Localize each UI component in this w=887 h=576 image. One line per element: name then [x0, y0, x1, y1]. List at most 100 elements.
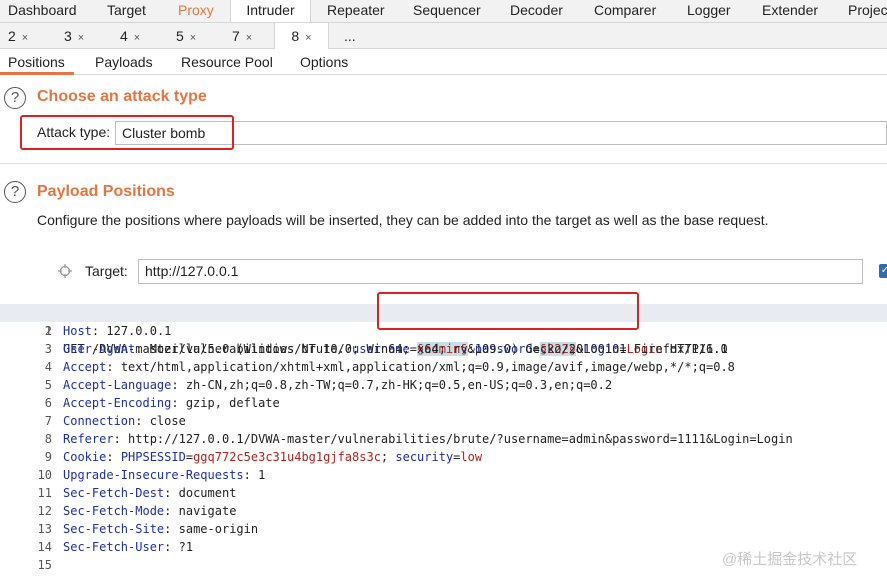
tab-extender[interactable]: Extender [762, 0, 818, 22]
header-line: 6 Accept-Encoding: gzip, deflate [0, 394, 887, 412]
intruder-tab-label: 2 [8, 28, 16, 44]
header-value: same-origin [171, 522, 259, 536]
line-number: 5 [44, 378, 52, 392]
target-label: Target: [85, 263, 128, 279]
intruder-tab-7[interactable]: 7 × [232, 23, 252, 49]
line-number: 15 [37, 558, 52, 572]
header-value: navigate [171, 504, 237, 518]
header-name: Sec-Fetch-User [63, 540, 165, 554]
header-value: zh-CN,zh;q=0.8,zh-TW;q=0.7,zh-HK;q=0.5,e… [178, 378, 613, 392]
header-value: Mozilla/5.0 (Windows NT 10.0; Win64; x64… [142, 342, 728, 356]
cookie-separator: ; [380, 450, 396, 464]
intruder-tab-label: 3 [64, 28, 72, 44]
header-line: 4 Accept: text/html,application/xhtml+xml… [0, 358, 887, 376]
line-number: 6 [44, 396, 52, 410]
header-name: Upgrade-Insecure-Requests [63, 468, 244, 482]
intruder-tab-label: 5 [176, 28, 184, 44]
line-number: 10 [37, 468, 52, 482]
header-name: Sec-Fetch-Mode [63, 504, 165, 518]
tab-repeater[interactable]: Repeater [327, 0, 385, 22]
close-icon[interactable]: × [22, 32, 28, 44]
intruder-sub-tab-bar: Positions Payloads Resource Pool Options [0, 49, 887, 75]
intruder-tab-4[interactable]: 4 × [120, 23, 140, 49]
help-icon[interactable]: ? [4, 181, 26, 203]
payload-positions-title: Payload Positions [37, 183, 175, 200]
line-number: 9 [44, 450, 52, 464]
tab-dashboard[interactable]: Dashboard [8, 0, 77, 22]
target-url-input[interactable]: http://127.0.0.1 [138, 259, 863, 284]
header-line: 7 Connection: close [0, 412, 887, 430]
header-value: 1 [250, 468, 266, 482]
close-icon[interactable]: × [246, 32, 252, 44]
intruder-tab-label: 8 [291, 28, 300, 44]
intruder-tab-5[interactable]: 5 × [176, 23, 196, 49]
header-line: 10 Upgrade-Insecure-Requests: 1 [0, 466, 887, 484]
tab-sequencer[interactable]: Sequencer [413, 0, 481, 22]
intruder-tab-label: 4 [120, 28, 128, 44]
main-tab-bar: Dashboard Target Proxy Intruder Repeater… [0, 0, 887, 23]
close-icon[interactable]: × [305, 32, 311, 44]
tab-proxy[interactable]: Proxy [178, 0, 214, 22]
header-line: 13 Sec-Fetch-Site: same-origin [0, 520, 887, 538]
tab-resource-pool[interactable]: Resource Pool [181, 49, 273, 75]
line-number: 3 [44, 342, 52, 356]
line-number: 2 [44, 324, 52, 338]
header-value: 127.0.0.1 [99, 324, 172, 338]
header-name: Referer [63, 432, 114, 446]
line-number: 4 [44, 360, 52, 374]
update-host-checkbox[interactable]: ✓ [879, 264, 887, 278]
attack-type-title: Choose an attack type [37, 88, 207, 105]
tab-decoder[interactable]: Decoder [510, 0, 563, 22]
intruder-tab-2[interactable]: 2 × [8, 23, 28, 49]
header-name: Sec-Fetch-Site [63, 522, 165, 536]
header-value: close [142, 414, 186, 428]
cookie-key: security [395, 450, 454, 464]
tab-options[interactable]: Options [300, 49, 348, 75]
tab-logger[interactable]: Logger [687, 0, 731, 22]
header-name: Cookie [63, 450, 107, 464]
header-line: 3 User-Agent: Mozilla/5.0 (Windows NT 10.… [0, 340, 887, 358]
header-value: ?1 [171, 540, 194, 554]
payload-positions-description: Configure the positions where payloads w… [37, 212, 769, 228]
line-number: 11 [37, 486, 52, 500]
intruder-tab-label: 7 [232, 28, 240, 44]
new-tab-button[interactable]: ... [344, 23, 356, 49]
header-value: text/html,application/xhtml+xml,applicat… [113, 360, 735, 374]
close-icon[interactable]: × [134, 32, 140, 44]
header-line: 11 Sec-Fetch-Dest: document [0, 484, 887, 502]
tab-payloads[interactable]: Payloads [95, 49, 153, 75]
highlight-box [377, 292, 639, 330]
header-name: Accept [63, 360, 107, 374]
header-value: document [171, 486, 237, 500]
header-name: User-Agent [63, 342, 136, 356]
header-name: Sec-Fetch-Dest [63, 486, 165, 500]
request-editor[interactable]: 1 GET /DVWA-master/vulnerabilities/brute… [0, 303, 887, 576]
line-number: 13 [37, 522, 52, 536]
line-number: 12 [37, 504, 52, 518]
close-icon[interactable]: × [78, 32, 84, 44]
intruder-tab-8[interactable]: 8 × [274, 23, 329, 50]
header-value: http://127.0.0.1/DVWA-master/vulnerabili… [120, 432, 793, 446]
intruder-tab-3[interactable]: 3 × [64, 23, 84, 49]
crosshair-icon [58, 264, 72, 278]
cookie-key: PHPSESSID [120, 450, 186, 464]
header-line: 8 Referer: http://127.0.0.1/DVWA-master/v… [0, 430, 887, 448]
header-name: Connection [63, 414, 136, 428]
cookie-value: low [460, 450, 483, 464]
line-number: 7 [44, 414, 52, 428]
header-value: gzip, deflate [178, 396, 280, 410]
cookie-line: 9 Cookie: PHPSESSID=ggq772c5e3c31u4bg1gjf… [0, 448, 887, 466]
intruder-tab-bar: 2 × 3 × 4 × 5 × 7 × 8 × ... [0, 23, 887, 50]
tab-positions[interactable]: Positions [0, 49, 74, 75]
header-name: Host [63, 324, 92, 338]
tab-target[interactable]: Target [107, 0, 146, 22]
tab-project[interactable]: Project [848, 0, 887, 22]
close-icon[interactable]: × [190, 32, 196, 44]
tab-intruder[interactable]: Intruder [230, 0, 311, 22]
line-number: 8 [44, 432, 52, 446]
cookie-value: ggq772c5e3c31u4bg1gjfa8s3c [193, 450, 381, 464]
tab-comparer[interactable]: Comparer [594, 0, 656, 22]
header-line: 12 Sec-Fetch-Mode: navigate [0, 502, 887, 520]
help-icon[interactable]: ? [4, 87, 26, 109]
header-name: Accept-Language [63, 378, 172, 392]
